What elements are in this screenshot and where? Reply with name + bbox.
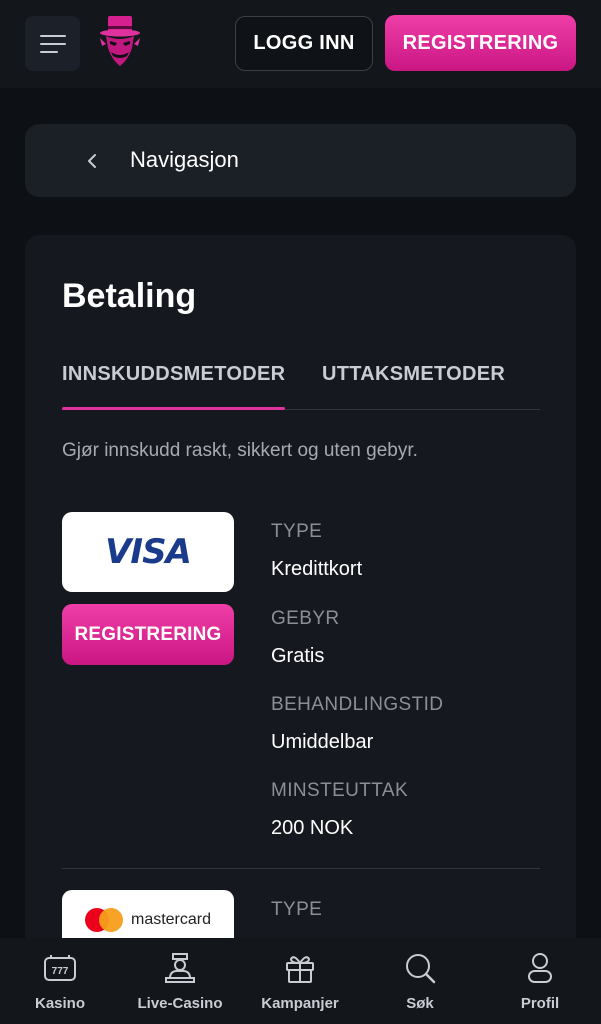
- bottom-nav-kampanjer[interactable]: Kampanjer: [240, 938, 360, 1024]
- navigation-label: Navigasjon: [130, 147, 239, 172]
- register-button[interactable]: REGISTRERING: [385, 15, 576, 71]
- detail-value: Umiddelbar: [271, 731, 374, 753]
- page-title: Betaling: [62, 277, 197, 315]
- payment-card: Betaling INNSKUDDSMETODER UTTAKSMETODER …: [25, 235, 576, 955]
- bottom-nav-sok[interactable]: Søk: [360, 938, 480, 1024]
- mastercard-logo-text: mastercard: [130, 911, 212, 928]
- gift-icon: [286, 956, 314, 983]
- method-divider: [62, 868, 540, 869]
- menu-icon-line: [39, 42, 66, 45]
- intro-text: Gjør innskudd raskt, sikkert og uten geb…: [62, 440, 418, 461]
- dealer-icon: [165, 953, 195, 983]
- bottom-nav-label: Live-Casino: [137, 995, 223, 1012]
- tab-deposit-methods[interactable]: INNSKUDDSMETODER: [62, 363, 285, 386]
- active-tab-indicator: [62, 407, 285, 410]
- visa-logo-text: VISA: [105, 532, 192, 572]
- bottom-nav-label: Kampanjer: [261, 995, 339, 1012]
- mastercard-circles-icon: [84, 908, 123, 932]
- bottom-nav-label: Søk: [406, 995, 434, 1012]
- top-header: LOGG INN REGISTRERING: [0, 0, 601, 88]
- menu-icon-line: [39, 50, 58, 53]
- chevron-left-icon: [88, 154, 96, 168]
- menu-button[interactable]: [25, 16, 80, 71]
- detail-value: 200 NOK: [271, 817, 354, 839]
- slot-machine-icon: 777: [44, 955, 76, 981]
- bottom-navigation: 777 Kasino Live-Casino Kampanjer Søk Pro…: [0, 938, 601, 1024]
- detail-label: MINSTEUTTAK: [271, 780, 409, 801]
- navigation-bar[interactable]: Navigasjon: [25, 124, 576, 197]
- bottom-nav-label: Kasino: [34, 995, 85, 1012]
- tab-withdrawal-methods[interactable]: UTTAKSMETODER: [322, 363, 505, 386]
- detail-value: Gratis: [271, 645, 325, 667]
- menu-icon-line: [39, 34, 66, 37]
- search-icon: [406, 954, 436, 984]
- bottom-nav-label: Profil: [520, 995, 560, 1012]
- login-button[interactable]: LOGG INN: [235, 16, 373, 71]
- bottom-nav-live-casino[interactable]: Live-Casino: [120, 938, 240, 1024]
- svg-text:777: 777: [52, 966, 69, 977]
- bottom-nav-kasino[interactable]: 777 Kasino: [0, 938, 120, 1024]
- detail-label: TYPE: [271, 521, 323, 542]
- detail-label: GEBYR: [271, 608, 340, 629]
- detail-value: Kredittkort: [271, 558, 363, 580]
- detail-label: BEHANDLINGSTID: [271, 694, 444, 715]
- visa-register-button[interactable]: REGISTRERING: [62, 604, 234, 665]
- bottom-nav-profil[interactable]: Profil: [480, 938, 600, 1024]
- user-icon: [528, 953, 552, 983]
- detail-label: TYPE: [271, 899, 323, 920]
- visa-logo: VISA: [62, 512, 234, 592]
- brand-logo-icon[interactable]: [90, 12, 150, 72]
